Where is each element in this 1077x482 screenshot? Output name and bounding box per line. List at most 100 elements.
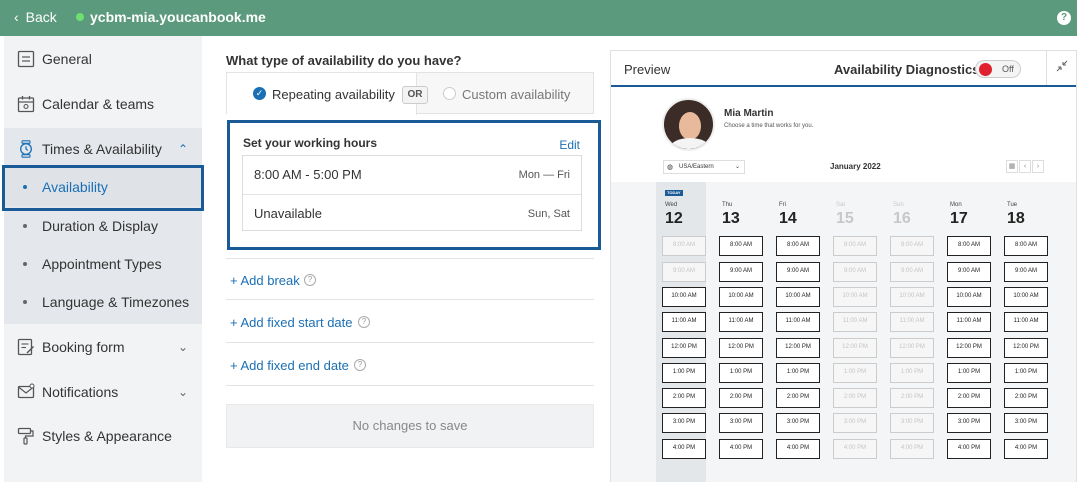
day-number: 13 xyxy=(722,210,740,227)
time-slot: 8:00 AM xyxy=(833,236,877,256)
sidebar-item-label: Times & Availability xyxy=(42,141,162,157)
option-custom-radio[interactable] xyxy=(443,87,456,100)
time-slot[interactable]: 3:00 PM xyxy=(776,413,820,433)
help-icon[interactable]: ? xyxy=(304,274,316,286)
add-start-date-link[interactable]: + Add fixed start date xyxy=(230,315,353,330)
time-slot: 12:00 PM xyxy=(833,338,877,358)
calendar-icon[interactable]: ▦ xyxy=(1006,160,1018,173)
sidebar-item-general[interactable]: General xyxy=(4,40,202,78)
site-link[interactable]: ycbm-mia.youcanbook.me xyxy=(76,9,266,25)
time-slot[interactable]: 10:00 AM xyxy=(776,287,820,307)
today-badge: TODAY xyxy=(665,190,683,196)
sidebar-item-notifications[interactable]: Notifications ⌄ xyxy=(4,373,202,411)
time-slot[interactable]: 3:00 PM xyxy=(947,413,991,433)
time-slot[interactable]: 4:00 PM xyxy=(719,439,763,459)
time-slot[interactable]: 12:00 PM xyxy=(947,338,991,358)
availability-highlight xyxy=(2,165,204,211)
bullet-icon xyxy=(23,262,27,266)
collapse-icon[interactable] xyxy=(1046,51,1076,85)
time-slot[interactable]: 12:00 PM xyxy=(719,338,763,358)
time-slot[interactable]: 11:00 AM xyxy=(947,312,991,332)
time-slot[interactable]: 1:00 PM xyxy=(719,363,763,383)
day-number: 17 xyxy=(950,210,968,227)
time-slot[interactable]: 2:00 PM xyxy=(947,388,991,408)
working-hours-list: 8:00 AM - 5:00 PM Mon — Fri Unavailable … xyxy=(242,155,582,231)
time-slot: 8:00 AM xyxy=(890,236,934,256)
avatar xyxy=(662,98,715,151)
time-slot[interactable]: 12:00 PM xyxy=(776,338,820,358)
option-repeating-label: Repeating availability xyxy=(272,87,395,102)
toggle-state: Off xyxy=(1002,64,1014,74)
time-slot[interactable]: 8:00 AM xyxy=(776,236,820,256)
add-end-date-link[interactable]: + Add fixed end date xyxy=(230,358,349,373)
sidebar-subitem-language-timezones[interactable]: Language & Timezones xyxy=(4,283,202,321)
time-slot[interactable]: 11:00 AM xyxy=(776,312,820,332)
sidebar-item-styles-appearance[interactable]: Styles & Appearance xyxy=(4,417,202,455)
time-slot[interactable]: 11:00 AM xyxy=(1004,312,1048,332)
time-slot[interactable]: 11:00 AM xyxy=(662,312,706,332)
day-number: 14 xyxy=(779,210,797,227)
time-slot[interactable]: 9:00 AM xyxy=(719,262,763,282)
time-slot[interactable]: 4:00 PM xyxy=(662,439,706,459)
clock-icon xyxy=(16,139,36,159)
times-availability-group: Times & Availability ⌃ Availability Dura… xyxy=(4,128,202,324)
option-repeating[interactable]: ✓ Repeating availability xyxy=(227,73,417,115)
time-slot[interactable]: 10:00 AM xyxy=(662,287,706,307)
help-icon[interactable]: ? xyxy=(358,316,370,328)
time-slot: 12:00 PM xyxy=(890,338,934,358)
time-slot[interactable]: 2:00 PM xyxy=(662,388,706,408)
time-slot[interactable]: 10:00 AM xyxy=(947,287,991,307)
main-panel: What type of availability do you have? ✓… xyxy=(202,36,610,482)
status-dot-icon xyxy=(76,13,84,21)
hours-time: Unavailable xyxy=(254,206,322,221)
time-slot[interactable]: 9:00 AM xyxy=(947,262,991,282)
timezone-select[interactable]: ◍ USA/Eastern ⌄ xyxy=(663,160,745,174)
day-number: 16 xyxy=(893,210,911,227)
time-slot[interactable]: 11:00 AM xyxy=(719,312,763,332)
time-slot[interactable]: 3:00 PM xyxy=(719,413,763,433)
month-label: January 2022 xyxy=(830,162,881,171)
avatar-body xyxy=(670,138,710,149)
back-button[interactable]: ‹ Back xyxy=(14,9,57,25)
time-slot[interactable]: 3:00 PM xyxy=(1004,413,1048,433)
save-button[interactable]: No changes to save xyxy=(226,404,594,448)
time-slot[interactable]: 4:00 PM xyxy=(776,439,820,459)
time-slot[interactable]: 9:00 AM xyxy=(1004,262,1048,282)
time-slot[interactable]: 2:00 PM xyxy=(776,388,820,408)
time-slot[interactable]: 1:00 PM xyxy=(1004,363,1048,383)
sidebar-subitem-appointment-types[interactable]: Appointment Types xyxy=(4,245,202,283)
add-break-link[interactable]: + Add break xyxy=(230,273,300,288)
time-slot: 3:00 PM xyxy=(890,413,934,433)
help-icon[interactable]: ? xyxy=(1057,11,1071,25)
sidebar-subitem-duration-display[interactable]: Duration & Display xyxy=(4,207,202,245)
time-slot[interactable]: 3:00 PM xyxy=(662,413,706,433)
time-slot[interactable]: 10:00 AM xyxy=(719,287,763,307)
time-slot[interactable]: 8:00 AM xyxy=(947,236,991,256)
time-slot[interactable]: 12:00 PM xyxy=(1004,338,1048,358)
time-slot[interactable]: 4:00 PM xyxy=(947,439,991,459)
time-slot[interactable]: 1:00 PM xyxy=(947,363,991,383)
time-slot[interactable]: 2:00 PM xyxy=(719,388,763,408)
time-slot[interactable]: 10:00 AM xyxy=(1004,287,1048,307)
next-arrow-icon[interactable]: › xyxy=(1032,160,1044,173)
edit-link[interactable]: Edit xyxy=(559,138,580,152)
time-slot[interactable]: 12:00 PM xyxy=(662,338,706,358)
time-slot[interactable]: 9:00 AM xyxy=(776,262,820,282)
time-slot[interactable]: 1:00 PM xyxy=(662,363,706,383)
option-custom-label[interactable]: Custom availability xyxy=(462,87,570,102)
time-slot[interactable]: 4:00 PM xyxy=(1004,439,1048,459)
help-icon[interactable]: ? xyxy=(354,359,366,371)
sidebar-item-calendar-teams[interactable]: Calendar & teams xyxy=(4,85,202,123)
time-slot[interactable]: 2:00 PM xyxy=(1004,388,1048,408)
prev-arrow-icon[interactable]: ‹ xyxy=(1019,160,1031,173)
time-slot[interactable]: 8:00 AM xyxy=(1004,236,1048,256)
bullet-icon xyxy=(23,224,27,228)
sidebar-item-booking-form[interactable]: Booking form ⌄ xyxy=(4,328,202,366)
day-name: Wed xyxy=(665,202,678,208)
diagnostics-toggle[interactable]: Off xyxy=(975,60,1021,78)
time-slot[interactable]: 8:00 AM xyxy=(719,236,763,256)
calendar-nav: ▦ ‹ › xyxy=(1006,160,1044,173)
day-column: Thu 13 8:00 AM 9:00 AM 10:00 AM 11:00 AM 12:00… xyxy=(713,182,763,482)
sidebar-item-times-availability[interactable]: Times & Availability ⌃ xyxy=(4,130,202,168)
time-slot[interactable]: 1:00 PM xyxy=(776,363,820,383)
